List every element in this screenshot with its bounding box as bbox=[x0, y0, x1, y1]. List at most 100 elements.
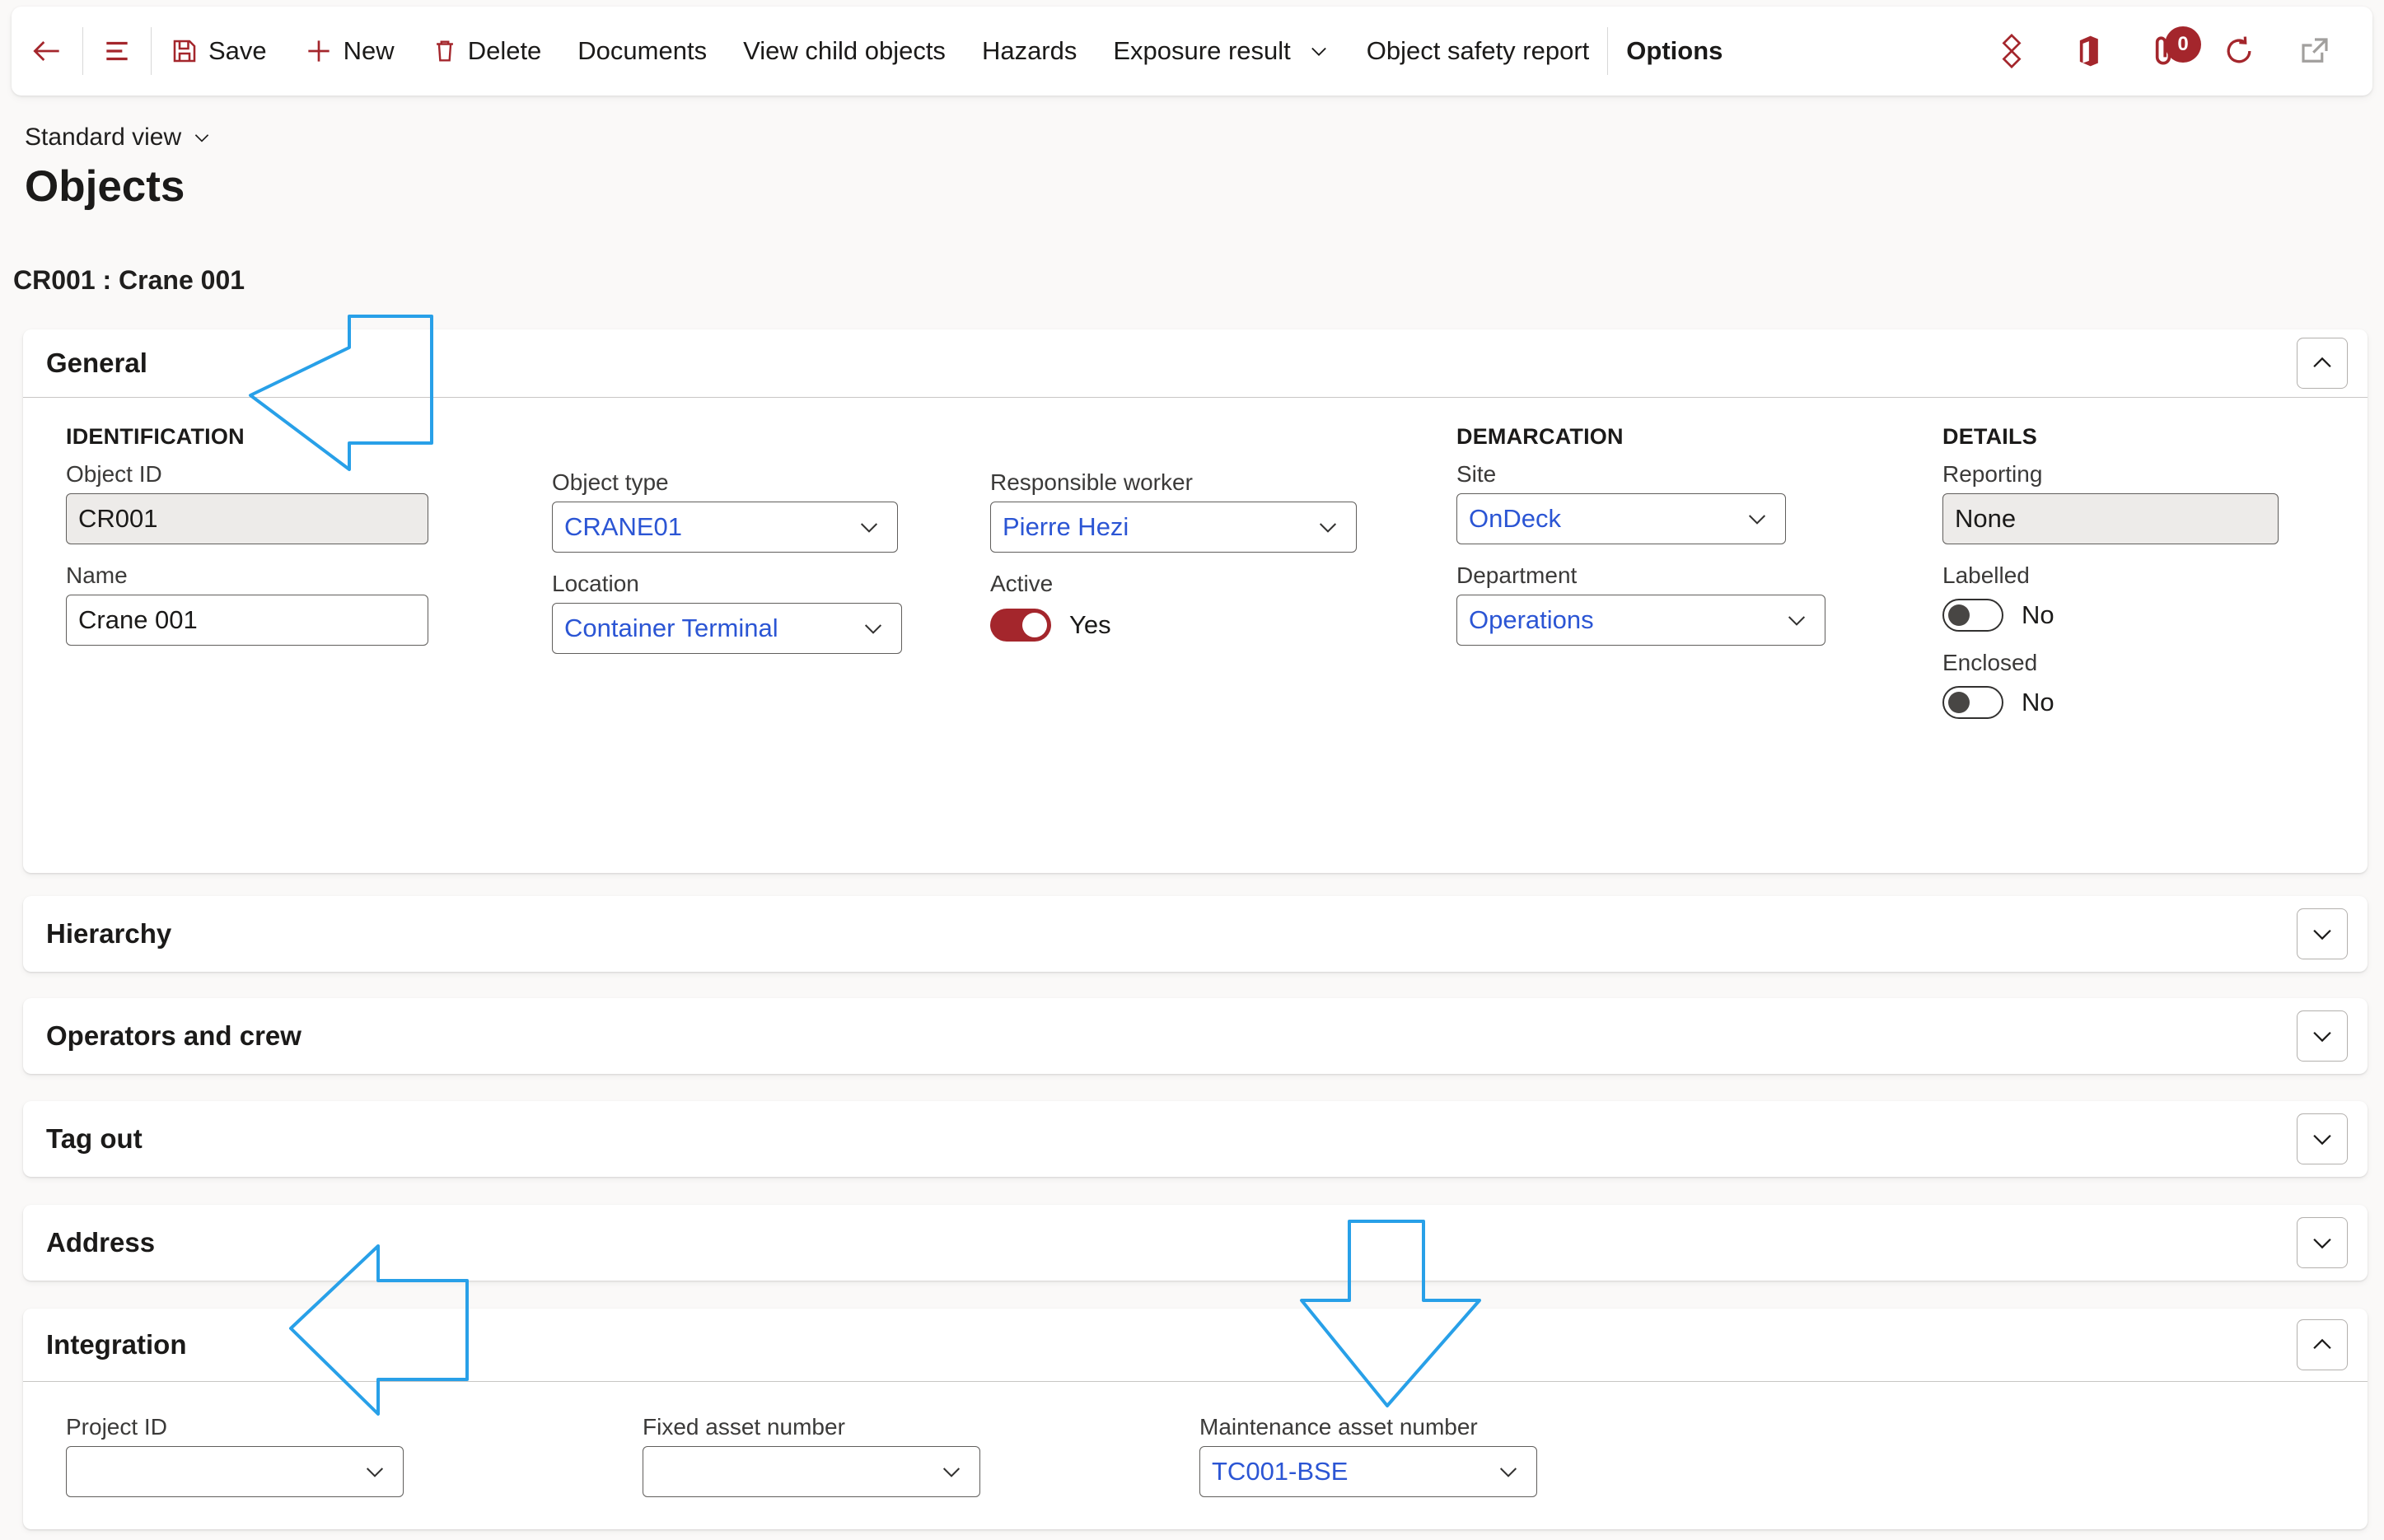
object-type-input[interactable]: CRANE01 bbox=[552, 502, 898, 553]
identification-group-header: IDENTIFICATION bbox=[66, 424, 245, 449]
section-hierarchy-header[interactable]: Hierarchy bbox=[23, 896, 2368, 972]
section-tag-out-title: Tag out bbox=[46, 1123, 143, 1154]
object-type-value: CRANE01 bbox=[564, 512, 682, 541]
chevron-down-icon bbox=[1744, 506, 1774, 532]
chevron-down-icon bbox=[938, 1458, 968, 1485]
delete-button[interactable]: Delete bbox=[413, 7, 560, 96]
trash-icon bbox=[431, 37, 459, 65]
section-integration-header[interactable]: Integration bbox=[23, 1309, 2368, 1381]
fixed-asset-number-label: Fixed asset number bbox=[643, 1414, 845, 1440]
view-child-objects-button[interactable]: View child objects bbox=[725, 7, 964, 96]
chevron-down-icon bbox=[2308, 1229, 2336, 1257]
section-tag-out-expand-button[interactable] bbox=[2297, 1113, 2348, 1164]
name-field: Name Crane 001 bbox=[66, 562, 428, 646]
section-integration: Integration Project ID Fixed asset numbe… bbox=[23, 1309, 2368, 1529]
classification-column: Object type CRANE01 Location Container T… bbox=[552, 469, 902, 672]
object-id-input[interactable]: CR001 bbox=[66, 493, 428, 544]
reporting-value: None bbox=[1955, 504, 2017, 533]
details-group-header: DETAILS bbox=[1942, 424, 2037, 449]
object-id-field: Object ID CR001 bbox=[66, 461, 428, 544]
save-button[interactable]: Save bbox=[152, 7, 285, 96]
active-toggle[interactable] bbox=[990, 609, 1051, 642]
location-input[interactable]: Container Terminal bbox=[552, 603, 902, 654]
refresh-button[interactable] bbox=[2201, 7, 2277, 96]
section-hierarchy-expand-button[interactable] bbox=[2297, 908, 2348, 959]
section-general-title: General bbox=[46, 348, 147, 378]
chevron-down-icon bbox=[860, 615, 890, 642]
section-address[interactable]: Address bbox=[23, 1205, 2368, 1281]
chevron-down-icon bbox=[2308, 1022, 2336, 1050]
options-button[interactable]: Options bbox=[1608, 7, 1741, 96]
section-general-collapse-button[interactable] bbox=[2297, 338, 2348, 389]
view-selector[interactable]: Standard view bbox=[25, 124, 213, 152]
responsible-worker-label: Responsible worker bbox=[990, 469, 1193, 495]
enclosed-field: Enclosed No bbox=[1942, 650, 2288, 719]
chevron-down-icon bbox=[1315, 514, 1344, 540]
new-label: New bbox=[343, 36, 395, 65]
site-input[interactable]: OnDeck bbox=[1456, 493, 1786, 544]
responsible-worker-input[interactable]: Pierre Hezi bbox=[990, 502, 1357, 553]
section-general-header[interactable]: General bbox=[23, 329, 2368, 397]
section-integration-title: Integration bbox=[46, 1329, 187, 1360]
object-safety-report-button[interactable]: Object safety report bbox=[1349, 7, 1608, 96]
object-type-label: Object type bbox=[552, 469, 669, 495]
fixed-asset-number-input[interactable] bbox=[643, 1446, 980, 1497]
open-in-new-window-button[interactable] bbox=[2277, 7, 2353, 96]
reporting-field: Reporting None bbox=[1942, 461, 2288, 544]
name-label: Name bbox=[66, 562, 128, 588]
labelled-toggle[interactable] bbox=[1942, 599, 2003, 632]
office-apps-button[interactable] bbox=[2050, 7, 2125, 96]
section-operators-and-crew[interactable]: Operators and crew bbox=[23, 998, 2368, 1074]
view-child-objects-label: View child objects bbox=[743, 36, 946, 65]
chevron-down-icon bbox=[191, 127, 213, 148]
exposure-result-menu[interactable]: Exposure result bbox=[1095, 7, 1348, 96]
chevron-down-icon bbox=[2308, 920, 2336, 948]
plus-icon bbox=[303, 35, 334, 67]
project-id-field: Project ID bbox=[66, 1414, 404, 1497]
reporting-input[interactable]: None bbox=[1942, 493, 2279, 544]
delete-label: Delete bbox=[467, 36, 542, 65]
page-title: Objects bbox=[25, 162, 185, 211]
enclosed-toggle[interactable] bbox=[1942, 686, 2003, 719]
fixed-asset-number-field: Fixed asset number bbox=[643, 1414, 980, 1497]
chevron-up-icon bbox=[2308, 1331, 2336, 1359]
show-list-button[interactable] bbox=[83, 7, 151, 96]
labelled-toggle-value: No bbox=[2022, 600, 2054, 629]
responsible-worker-field: Responsible worker Pierre Hezi bbox=[990, 469, 1357, 553]
back-arrow-icon bbox=[29, 33, 65, 69]
section-tag-out-header[interactable]: Tag out bbox=[23, 1101, 2368, 1177]
documents-button[interactable]: Documents bbox=[559, 7, 725, 96]
attachments-button[interactable]: 0 bbox=[2125, 7, 2201, 96]
project-id-label: Project ID bbox=[66, 1414, 167, 1440]
section-tag-out[interactable]: Tag out bbox=[23, 1101, 2368, 1177]
section-hierarchy-title: Hierarchy bbox=[46, 918, 172, 949]
responsible-worker-value: Pierre Hezi bbox=[1003, 512, 1129, 541]
section-hierarchy[interactable]: Hierarchy bbox=[23, 896, 2368, 972]
power-bi-button[interactable] bbox=[1974, 7, 2050, 96]
name-input[interactable]: Crane 001 bbox=[66, 595, 428, 646]
site-label: Site bbox=[1456, 461, 1497, 487]
section-integration-collapse-button[interactable] bbox=[2297, 1319, 2348, 1370]
back-button[interactable] bbox=[12, 7, 82, 96]
active-field: Active Yes bbox=[990, 571, 1357, 642]
section-operators-and-crew-header[interactable]: Operators and crew bbox=[23, 998, 2368, 1074]
save-label: Save bbox=[208, 36, 267, 65]
section-operators-and-crew-expand-button[interactable] bbox=[2297, 1010, 2348, 1062]
open-in-new-window-icon bbox=[2302, 38, 2328, 63]
new-button[interactable]: New bbox=[285, 7, 413, 96]
chevron-down-icon bbox=[856, 514, 886, 540]
hazards-button[interactable]: Hazards bbox=[964, 7, 1095, 96]
chevron-down-icon bbox=[1495, 1458, 1525, 1485]
command-bar-region: Save New Delete Documents View child obj… bbox=[0, 0, 2384, 102]
maintenance-asset-number-field: Maintenance asset number TC001-BSE bbox=[1199, 1414, 1537, 1497]
location-value: Container Terminal bbox=[564, 614, 778, 642]
section-address-header[interactable]: Address bbox=[23, 1205, 2368, 1281]
maintenance-asset-number-input[interactable]: TC001-BSE bbox=[1199, 1446, 1537, 1497]
section-address-expand-button[interactable] bbox=[2297, 1217, 2348, 1268]
refresh-icon bbox=[2221, 33, 2257, 69]
site-value: OnDeck bbox=[1469, 504, 1561, 533]
maintenance-asset-number-value: TC001-BSE bbox=[1212, 1457, 1349, 1486]
project-id-input[interactable] bbox=[66, 1446, 404, 1497]
department-label: Department bbox=[1456, 562, 1578, 588]
department-input[interactable]: Operations bbox=[1456, 595, 1825, 646]
